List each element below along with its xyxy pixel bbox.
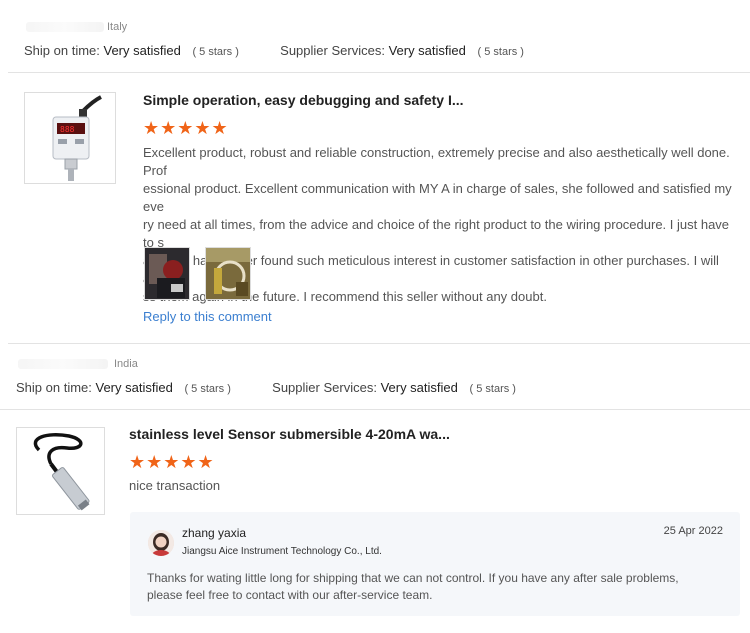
reviewer-country: Italy [107, 21, 128, 33]
review-ratings-row: Ship on time: Very satisfied ( 5 stars )… [24, 43, 524, 58]
review-photo[interactable] [144, 247, 190, 300]
review-product-title[interactable]: Simple operation, easy debugging and saf… [143, 92, 464, 108]
review-photo-image [145, 248, 189, 299]
review-star-rating: ★★★★★ [143, 118, 229, 138]
review-photo[interactable] [205, 247, 251, 300]
reply-to-comment-link[interactable]: Reply to this comment [143, 309, 272, 324]
supplier-services-label: Supplier Services: [280, 43, 385, 58]
divider [0, 409, 750, 410]
supplier-services-value: Very satisfied [380, 380, 458, 395]
divider [8, 343, 750, 344]
ship-on-time-stars: ( 5 stars ) [184, 383, 231, 395]
review-body: nice transaction [129, 478, 221, 493]
svg-text:888: 888 [60, 125, 75, 134]
seller-reply: zhang yaxia Jiangsu Aice Instrument Tech… [130, 512, 740, 616]
reply-author-company: Jiangsu Aice Instrument Technology Co., … [182, 546, 382, 557]
level-sensor-image [33, 433, 90, 511]
supplier-services-stars: ( 5 stars ) [477, 46, 524, 58]
ship-on-time-label: Ship on time: [24, 43, 100, 58]
reviewer-name-blurred [26, 22, 104, 32]
supplier-services-value: Very satisfied [388, 43, 466, 58]
divider [8, 72, 750, 73]
supplier-services-label: Supplier Services: [272, 380, 377, 395]
review-body-line: essional product. Excellent communicatio… [143, 181, 732, 214]
reply-text-line: please feel free to contact with our aft… [147, 588, 433, 602]
reply-date: 25 Apr 2022 [663, 525, 723, 537]
reply-author-name: zhang yaxia [182, 526, 247, 540]
ship-on-time-stars: ( 5 stars ) [192, 46, 239, 58]
review-ratings-row: Ship on time: Very satisfied ( 5 stars )… [16, 380, 516, 395]
product-thumbnail[interactable] [16, 427, 105, 515]
pressure-switch-image: 888 [52, 95, 102, 181]
reviewer-country: India [114, 358, 138, 370]
ship-on-time-value: Very satisfied [95, 380, 173, 395]
supplier-services-stars: ( 5 stars ) [469, 383, 516, 395]
product-thumbnail[interactable]: 888 [24, 92, 116, 184]
ship-on-time-value: Very satisfied [103, 43, 181, 58]
review-star-rating: ★★★★★ [129, 452, 215, 472]
reply-text: Thanks for wating little long for shippi… [147, 570, 732, 604]
reviewer-name-blurred [18, 359, 108, 369]
avatar [148, 530, 174, 556]
reply-text-line: Thanks for wating little long for shippi… [147, 571, 679, 585]
person-avatar-icon [148, 530, 174, 556]
review-photo-image [206, 248, 250, 299]
ship-on-time-label: Ship on time: [16, 380, 92, 395]
review-body-line: Excellent product, robust and reliable c… [143, 145, 730, 178]
review-product-title[interactable]: stainless level Sensor submersible 4-20m… [129, 426, 450, 442]
